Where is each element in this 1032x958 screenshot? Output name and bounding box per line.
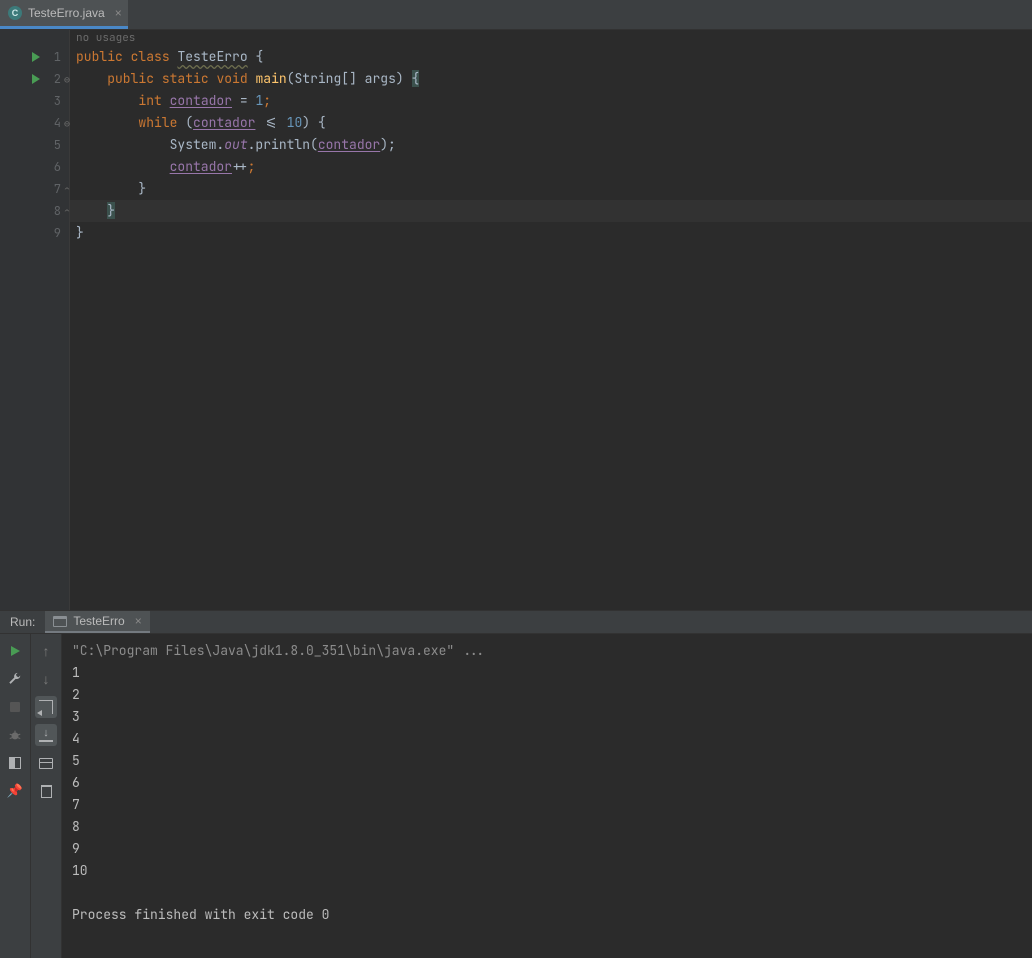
code-line[interactable]: }	[70, 178, 1032, 200]
console-line: 9	[72, 838, 1032, 860]
fold-end-icon[interactable]: ⌃	[64, 205, 70, 218]
code-line[interactable]: }	[70, 200, 1032, 222]
rerun-button[interactable]	[4, 640, 26, 662]
editor-gutter[interactable]: 1 ⊖2 3 ⊖4 5 6 ⌃7 ⌃8 9	[0, 30, 70, 610]
line-number: 2	[54, 71, 61, 87]
editor-tab-label: TesteErro.java	[28, 6, 105, 20]
editor-tab-testeerro[interactable]: C TesteErro.java ×	[0, 0, 128, 29]
soft-wrap-button[interactable]	[35, 696, 57, 718]
console-line: 3	[72, 706, 1032, 728]
run-gutter-icon[interactable]	[32, 74, 40, 84]
console-command-line: "C:\Program Files\Java\jdk1.8.0_351\bin\…	[72, 640, 1032, 662]
java-class-icon: C	[8, 6, 22, 20]
line-number: 5	[54, 137, 61, 153]
fold-icon[interactable]: ⊖	[64, 73, 70, 86]
code-line[interactable]: public static void main(String[] args) {	[70, 68, 1032, 90]
dump-threads-button[interactable]	[4, 724, 26, 746]
code-editor[interactable]: 1 ⊖2 3 ⊖4 5 6 ⌃7 ⌃8 9 no usages public c…	[0, 30, 1032, 610]
run-gutter-icon[interactable]	[32, 52, 40, 62]
down-stack-button[interactable]: ↓	[35, 668, 57, 690]
fold-end-icon[interactable]: ⌃	[64, 183, 70, 196]
line-number: 6	[54, 159, 61, 175]
close-icon[interactable]: ×	[115, 6, 122, 20]
console-exit-line: Process finished with exit code 0	[72, 904, 1032, 926]
console-line	[72, 882, 1032, 904]
code-content[interactable]: no usages public class TesteErro { publi…	[70, 30, 1032, 610]
console-output[interactable]: "C:\Program Files\Java\jdk1.8.0_351\bin\…	[62, 634, 1032, 958]
edit-config-button[interactable]	[4, 668, 26, 690]
usages-inlay[interactable]: no usages	[70, 30, 1032, 46]
console-line: 2	[72, 684, 1032, 706]
run-toolwindow-header: Run: TesteErro ×	[0, 610, 1032, 634]
code-line[interactable]: contador++;	[70, 156, 1032, 178]
console-line: 4	[72, 728, 1032, 750]
code-line[interactable]: public class TesteErro {	[70, 46, 1032, 68]
line-number: 8	[54, 203, 61, 219]
line-number: 9	[54, 225, 61, 241]
run-config-tab[interactable]: TesteErro ×	[45, 611, 149, 633]
line-number: 7	[54, 181, 61, 197]
run-toolbar-primary: 📌	[0, 634, 31, 958]
run-toolwindow-body: 📌 ↑ ↓ ↓ "C:\Program Files\Java\jdk1.8.0_…	[0, 634, 1032, 958]
console-line: 5	[72, 750, 1032, 772]
code-line[interactable]: }	[70, 222, 1032, 244]
close-icon[interactable]: ×	[135, 614, 142, 628]
line-number: 4	[54, 115, 61, 131]
stop-button[interactable]	[4, 696, 26, 718]
layout-settings-button[interactable]	[4, 752, 26, 774]
run-config-icon	[53, 616, 67, 627]
code-line[interactable]: int contador = 1;	[70, 90, 1032, 112]
code-line[interactable]: System.out.println(contador);	[70, 134, 1032, 156]
scroll-to-end-button[interactable]: ↓	[35, 724, 57, 746]
console-line: 8	[72, 816, 1032, 838]
console-line: 7	[72, 794, 1032, 816]
up-stack-button[interactable]: ↑	[35, 640, 57, 662]
console-line: 6	[72, 772, 1032, 794]
run-toolbar-secondary: ↑ ↓ ↓	[31, 634, 62, 958]
print-button[interactable]	[35, 752, 57, 774]
line-number: 3	[54, 93, 61, 109]
console-line: 10	[72, 860, 1032, 882]
run-config-name: TesteErro	[73, 614, 124, 628]
editor-tabs-bar: C TesteErro.java ×	[0, 0, 1032, 30]
clear-all-button[interactable]	[35, 780, 57, 802]
line-number: 1	[54, 49, 61, 65]
pin-tab-button[interactable]: 📌	[4, 780, 26, 802]
fold-icon[interactable]: ⊖	[64, 117, 70, 130]
console-line: 1	[72, 662, 1032, 684]
run-toolwindow-title: Run:	[0, 611, 45, 633]
code-line[interactable]: while (contador <= 10) {	[70, 112, 1032, 134]
